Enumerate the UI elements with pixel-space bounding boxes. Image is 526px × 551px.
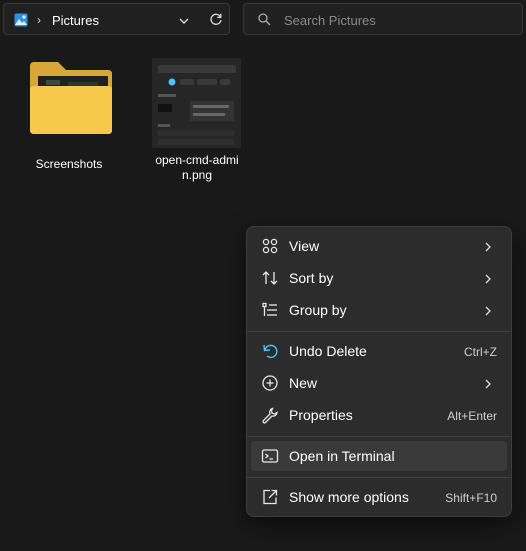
menu-item-new[interactable]: New [251, 368, 507, 398]
address-bar[interactable]: › Pictures [3, 3, 230, 35]
new-plus-icon [261, 374, 279, 392]
menu-item-label: Undo Delete [289, 343, 367, 359]
file-item-screenshots[interactable]: Screenshots [22, 60, 116, 172]
chevron-right-icon [483, 272, 493, 290]
menu-separator [247, 477, 511, 478]
image-thumbnail[interactable] [152, 58, 241, 148]
share-icon [261, 488, 279, 506]
view-grid-icon [261, 237, 279, 255]
terminal-icon [261, 447, 279, 465]
menu-item-label: Show more options [289, 489, 409, 505]
menu-item-undo-delete[interactable]: Undo Delete Ctrl+Z [251, 336, 507, 366]
chevron-right-icon [483, 377, 493, 395]
menu-item-label: Properties [289, 407, 353, 423]
menu-item-label: Group by [289, 302, 347, 318]
toolbar: › Pictures Search Pictures [0, 0, 526, 40]
context-menu: View Sort by Group by Undo Delete Ctrl+Z… [246, 226, 512, 517]
menu-item-label: View [289, 238, 320, 254]
shortcut-label: Ctrl+Z [464, 345, 497, 359]
pictures-icon [14, 13, 28, 32]
group-by-icon [261, 301, 279, 319]
chevron-right-icon [483, 240, 493, 258]
menu-item-open-in-terminal[interactable]: Open in Terminal [251, 441, 507, 471]
undo-icon [261, 342, 279, 360]
chevron-right-icon [483, 304, 493, 322]
menu-item-label: Sort by [289, 270, 334, 286]
shortcut-label: Shift+F10 [445, 491, 497, 505]
sort-icon [261, 269, 279, 287]
search-box[interactable]: Search Pictures [243, 3, 523, 35]
file-name: Screenshots [35, 157, 103, 171]
menu-item-group-by[interactable]: Group by [251, 295, 507, 325]
wrench-icon [261, 406, 279, 424]
menu-item-view[interactable]: View [251, 231, 507, 261]
breadcrumb-separator: › [37, 13, 41, 27]
menu-item-label: Open in Terminal [289, 448, 395, 464]
menu-separator [247, 331, 511, 332]
file-name-line2: n.png [181, 168, 213, 182]
folder-icon [26, 60, 116, 141]
refresh-icon[interactable] [209, 12, 223, 31]
search-icon [258, 13, 271, 31]
breadcrumb-pictures[interactable]: Pictures [52, 13, 99, 28]
search-input[interactable]: Search Pictures [284, 13, 376, 28]
menu-item-show-more-options[interactable]: Show more options Shift+F10 [251, 482, 507, 512]
file-name-line1: open-cmd-admi [155, 153, 239, 167]
shortcut-label: Alt+Enter [447, 409, 497, 423]
file-item-png[interactable]: open-cmd-admi n.png [146, 153, 248, 183]
menu-item-sort-by[interactable]: Sort by [251, 263, 507, 293]
menu-item-properties[interactable]: Properties Alt+Enter [251, 400, 507, 430]
menu-item-label: New [289, 375, 318, 391]
chevron-down-icon[interactable] [178, 14, 190, 32]
menu-separator [247, 436, 511, 437]
